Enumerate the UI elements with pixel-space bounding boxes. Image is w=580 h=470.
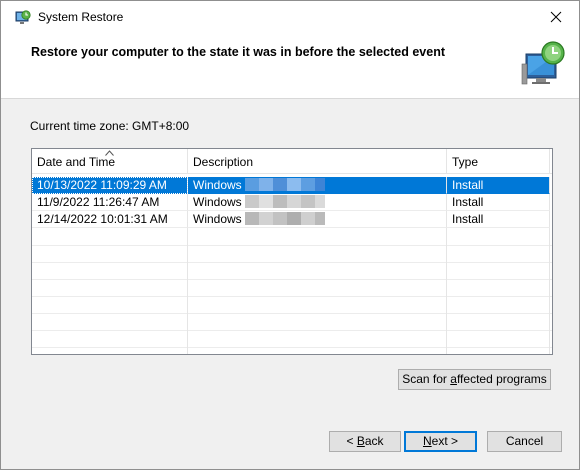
column-header-description[interactable]: Description — [188, 149, 447, 173]
cell-type: Install — [447, 177, 550, 194]
table-row[interactable]: 12/14/2022 10:01:31 AM Windows Install — [32, 211, 552, 228]
cell-description: Windows — [188, 211, 447, 228]
system-restore-icon — [15, 10, 31, 24]
scan-label-accel: a — [450, 372, 457, 386]
cell-type: Install — [447, 194, 550, 211]
title-bar: System Restore — [1, 1, 579, 32]
window-title: System Restore — [38, 10, 124, 24]
restore-points-list[interactable]: Date and Time Description Type 10/13/202… — [31, 148, 553, 355]
column-header-type-label: Type — [452, 155, 479, 169]
grid-line — [32, 347, 552, 348]
description-text: Windows — [193, 212, 242, 226]
grid-divider — [187, 228, 188, 354]
system-restore-monitor-icon — [521, 41, 565, 85]
grid-line — [32, 296, 552, 297]
cell-description: Windows — [188, 177, 447, 194]
scan-label-post: ffected programs — [456, 372, 547, 386]
description-text: Windows — [193, 195, 242, 209]
cell-date: 10/13/2022 11:09:29 AM — [32, 177, 188, 194]
column-header-date-label: Date and Time — [37, 155, 116, 169]
system-restore-window: System Restore Restore your computer to … — [0, 0, 580, 470]
redacted-text — [244, 195, 325, 208]
header-band: Restore your computer to the state it wa… — [1, 32, 579, 99]
back-label-accel: B — [356, 434, 365, 448]
grid-line — [32, 262, 552, 263]
cell-date: 12/14/2022 10:01:31 AM — [32, 211, 188, 228]
grid-divider — [549, 228, 550, 354]
back-button[interactable]: < Back — [329, 431, 401, 452]
close-icon — [550, 11, 562, 22]
grid-line — [32, 279, 552, 280]
cell-type: Install — [447, 211, 550, 228]
grid-divider — [446, 228, 447, 354]
list-body: 10/13/2022 11:09:29 AM Windows Install 1… — [32, 174, 552, 354]
column-header-type[interactable]: Type — [447, 149, 550, 173]
timezone-label: Current time zone: GMT+8:00 — [30, 119, 190, 133]
redacted-text — [244, 212, 325, 225]
column-header-description-label: Description — [193, 155, 254, 169]
column-header-date[interactable]: Date and Time — [32, 149, 188, 173]
sort-ascending-icon — [105, 150, 114, 156]
scan-affected-programs-button[interactable]: Scan for affected programs — [398, 369, 551, 390]
back-label-post: ack — [364, 434, 384, 448]
back-label-pre: < — [346, 434, 357, 448]
grid-line — [32, 313, 552, 314]
next-label-post: ext > — [431, 434, 459, 448]
header-instruction: Restore your computer to the state it wa… — [31, 45, 445, 59]
cell-description: Windows — [188, 194, 447, 211]
table-row[interactable]: 11/9/2022 11:26:47 AM Windows Install — [32, 194, 552, 211]
close-button[interactable] — [533, 1, 579, 32]
next-button[interactable]: Next > — [404, 431, 477, 452]
list-header: Date and Time Description Type — [32, 149, 552, 174]
description-text: Windows — [193, 178, 242, 192]
cancel-button[interactable]: Cancel — [487, 431, 562, 452]
cell-date: 11/9/2022 11:26:47 AM — [32, 194, 188, 211]
next-label-accel: N — [422, 434, 432, 448]
redacted-text — [244, 178, 325, 191]
grid-line — [32, 245, 552, 246]
table-row[interactable]: 10/13/2022 11:09:29 AM Windows Install — [32, 177, 552, 194]
scan-label-pre: Scan for — [402, 372, 451, 386]
grid-line — [32, 330, 552, 331]
